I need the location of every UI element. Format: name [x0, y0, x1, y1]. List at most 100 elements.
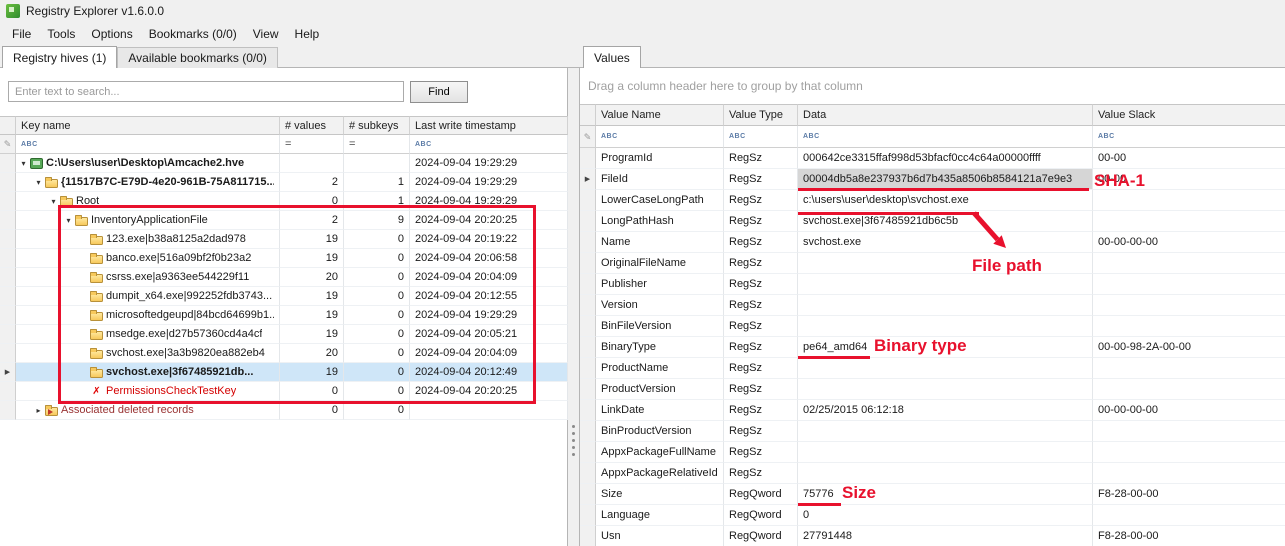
filter-cell-last-write-timestamp[interactable]: ABC	[410, 135, 568, 154]
filter-cell-key-name[interactable]: ABC	[16, 135, 280, 154]
registry-hives-panel: Find Key name# values# subkeysLast write…	[0, 68, 568, 546]
value-type-cell: RegSz	[724, 400, 798, 421]
key-name-label: 123.exe|b38a8125a2dad978	[106, 233, 246, 245]
value-slack-cell: F8-28-00-00	[1093, 484, 1285, 505]
subkeys-count-cell: 0	[344, 325, 410, 344]
tree-row[interactable]: ▶svchost.exe|3f67485921db...1902024-09-0…	[0, 363, 568, 382]
value-row[interactable]: LowerCaseLongPathRegSzc:\users\user\desk…	[580, 190, 1285, 211]
tree-row[interactable]: ▾C:\Users\user\Desktop\Amcache2.hve2024-…	[0, 154, 568, 173]
menu-item-options[interactable]: Options	[83, 24, 140, 44]
x-icon: ✗	[90, 386, 103, 397]
search-input[interactable]	[8, 81, 404, 102]
menu-item-view[interactable]: View	[245, 24, 287, 44]
column-header-value-slack[interactable]: Value Slack	[1093, 104, 1285, 126]
tree-row[interactable]: 123.exe|b38a8125a2dad9781902024-09-04 20…	[0, 230, 568, 249]
tree-row[interactable]: msedge.exe|d27b57360cd4a4cf1902024-09-04…	[0, 325, 568, 344]
value-name-cell: LowerCaseLongPath	[596, 190, 724, 211]
menu-item-bookmarks-0-0[interactable]: Bookmarks (0/0)	[141, 24, 245, 44]
expander-icon[interactable]: ▾	[63, 216, 74, 225]
filter-cell-values[interactable]: =	[280, 135, 344, 154]
filter-cell-value-name[interactable]: ABC	[596, 126, 724, 148]
key-name-cell: msedge.exe|d27b57360cd4a4cf	[16, 325, 280, 344]
app-icon	[6, 4, 20, 18]
value-row[interactable]: UsnRegQword27791448F8-28-00-00	[580, 526, 1285, 546]
folder-icon	[90, 312, 103, 321]
value-row[interactable]: NameRegSzsvchost.exe00-00-00-00	[580, 232, 1285, 253]
value-type-cell: RegSz	[724, 169, 798, 190]
window-title: Registry Explorer v1.6.0.0	[26, 4, 164, 18]
tree-row[interactable]: ▾InventoryApplicationFile292024-09-04 20…	[0, 211, 568, 230]
value-type-cell: RegSz	[724, 358, 798, 379]
tree-row[interactable]: ▾{11517B7C-E79D-4e20-961B-75A811715...21…	[0, 173, 568, 192]
value-row[interactable]: ProgramIdRegSz000642ce3315ffaf998d53bfac…	[580, 148, 1285, 169]
column-header-data[interactable]: Data	[798, 104, 1093, 126]
column-header-key-name[interactable]: Key name	[16, 116, 280, 135]
splitter[interactable]	[568, 68, 579, 546]
value-row[interactable]: LanguageRegQword0	[580, 505, 1285, 526]
timestamp-cell: 2024-09-04 20:04:09	[410, 344, 568, 363]
value-row[interactable]: ▶FileIdRegSz00004db5a8e237937b6d7b435a85…	[580, 169, 1285, 190]
value-name-cell: Usn	[596, 526, 724, 546]
value-row[interactable]: AppxPackageRelativeIdRegSz	[580, 463, 1285, 484]
filter-cell-subkeys[interactable]: =	[344, 135, 410, 154]
column-header-values[interactable]: # values	[280, 116, 344, 135]
value-slack-cell: 00-00-00-00	[1093, 400, 1285, 421]
tree-row[interactable]: microsoftedgeupd|84bcd64699b1...1902024-…	[0, 306, 568, 325]
value-row[interactable]: AppxPackageFullNameRegSz	[580, 442, 1285, 463]
column-header-value-type[interactable]: Value Type	[724, 104, 798, 126]
key-name-cell: ✗PermissionsCheckTestKey	[16, 382, 280, 401]
value-row[interactable]: OriginalFileNameRegSz	[580, 253, 1285, 274]
filter-cell-value-type[interactable]: ABC	[724, 126, 798, 148]
value-row[interactable]: SizeRegQword75776F8-28-00-00	[580, 484, 1285, 505]
value-type-cell: RegSz	[724, 211, 798, 232]
values-count-cell: 0	[280, 192, 344, 211]
tab-registry-hives[interactable]: Registry hives (1)	[2, 46, 117, 68]
key-name-label: csrss.exe|a9363ee544229f11	[106, 271, 249, 283]
menu-item-tools[interactable]: Tools	[39, 24, 83, 44]
tree-row[interactable]: ▾Root012024-09-04 19:29:29	[0, 192, 568, 211]
expander-icon[interactable]: ▸	[33, 406, 44, 415]
tab-available-bookmarks[interactable]: Available bookmarks (0/0)	[117, 47, 278, 68]
value-row[interactable]: BinaryTypeRegSzpe64_amd6400-00-98-2A-00-…	[580, 337, 1285, 358]
tree-row[interactable]: svchost.exe|3a3b9820ea882eb42002024-09-0…	[0, 344, 568, 363]
tree-row[interactable]: csrss.exe|a9363ee544229f112002024-09-04 …	[0, 268, 568, 287]
column-header-subkeys[interactable]: # subkeys	[344, 116, 410, 135]
value-type-cell: RegSz	[724, 316, 798, 337]
value-name-cell: BinaryType	[596, 337, 724, 358]
menu-item-file[interactable]: File	[4, 24, 39, 44]
value-type-cell: RegSz	[724, 421, 798, 442]
tree-row[interactable]: dumpit_x64.exe|992252fdb3743...1902024-0…	[0, 287, 568, 306]
value-row[interactable]: LongPathHashRegSzsvchost.exe|3f67485921d…	[580, 211, 1285, 232]
value-row[interactable]: PublisherRegSz	[580, 274, 1285, 295]
value-row[interactable]: BinProductVersionRegSz	[580, 421, 1285, 442]
values-count-cell: 20	[280, 344, 344, 363]
current-row-arrow-icon: ▶	[5, 368, 10, 376]
value-name-cell: Size	[596, 484, 724, 505]
expander-icon[interactable]: ▾	[48, 197, 59, 206]
menu-item-help[interactable]: Help	[287, 24, 328, 44]
find-button[interactable]: Find	[410, 81, 468, 103]
subkeys-count-cell: 0	[344, 287, 410, 306]
tree-row[interactable]: ✗PermissionsCheckTestKey002024-09-04 20:…	[0, 382, 568, 401]
tree-row[interactable]: banco.exe|516a09bf2f0b23a21902024-09-04 …	[0, 249, 568, 268]
column-header-last-write-timestamp[interactable]: Last write timestamp	[410, 116, 568, 135]
key-name-label: svchost.exe|3a3b9820ea882eb4	[106, 347, 265, 359]
value-name-cell: OriginalFileName	[596, 253, 724, 274]
filter-cell-value-slack[interactable]: ABC	[1093, 126, 1285, 148]
column-header-value-name[interactable]: Value Name	[596, 104, 724, 126]
value-row[interactable]: LinkDateRegSz02/25/2015 06:12:1800-00-00…	[580, 400, 1285, 421]
value-row[interactable]: ProductVersionRegSz	[580, 379, 1285, 400]
value-row[interactable]: ProductNameRegSz	[580, 358, 1285, 379]
value-row[interactable]: VersionRegSz	[580, 295, 1285, 316]
expander-icon[interactable]: ▾	[18, 159, 29, 168]
key-name-cell: svchost.exe|3f67485921db...	[16, 363, 280, 382]
expander-icon[interactable]: ▾	[33, 178, 44, 187]
filter-cell-data[interactable]: ABC	[798, 126, 1093, 148]
value-row[interactable]: BinFileVersionRegSz	[580, 316, 1285, 337]
tree-row[interactable]: ▸Associated deleted records00	[0, 401, 568, 420]
value-name-cell: Version	[596, 295, 724, 316]
folder-icon	[60, 198, 73, 207]
tab-values[interactable]: Values	[583, 46, 641, 68]
values-count-cell: 19	[280, 249, 344, 268]
data-cell: 000642ce3315ffaf998d53bfacf0cc4c64a00000…	[798, 148, 1093, 169]
